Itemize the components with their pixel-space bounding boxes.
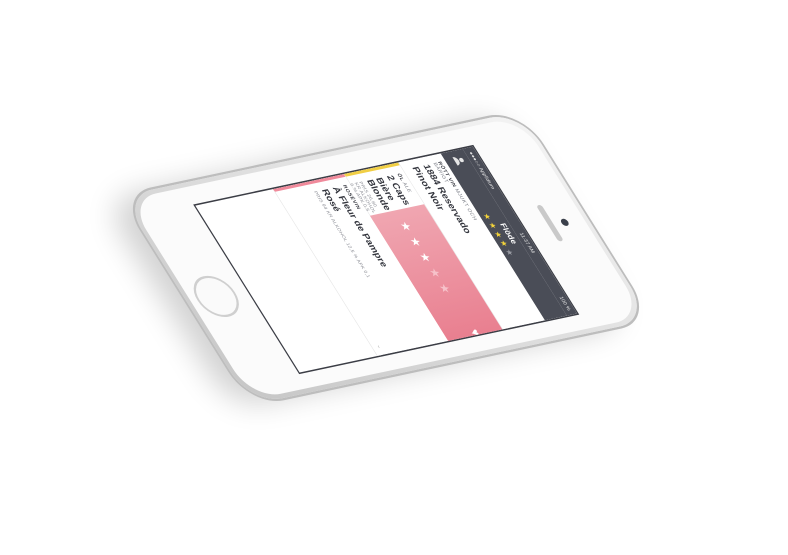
iphone-device: ●●●○○ Applidium 11:37 AM 100 % Flöde ★★★… xyxy=(120,111,652,405)
star-icon[interactable]: ★ xyxy=(436,282,457,300)
phone-face: ●●●○○ Applidium 11:37 AM 100 % Flöde ★★★… xyxy=(127,116,645,400)
heart-icon[interactable]: ♥ xyxy=(467,328,485,341)
scene: ●●●○○ Applidium 11:37 AM 100 % Flöde ★★★… xyxy=(0,0,788,555)
app-screen: ●●●○○ Applidium 11:37 AM 100 % Flöde ★★★… xyxy=(193,144,580,375)
chevron-down-icon[interactable]: ⌄ xyxy=(375,344,384,350)
home-button[interactable] xyxy=(184,272,248,321)
earpiece-speaker xyxy=(536,204,564,242)
front-camera-icon xyxy=(559,218,571,227)
